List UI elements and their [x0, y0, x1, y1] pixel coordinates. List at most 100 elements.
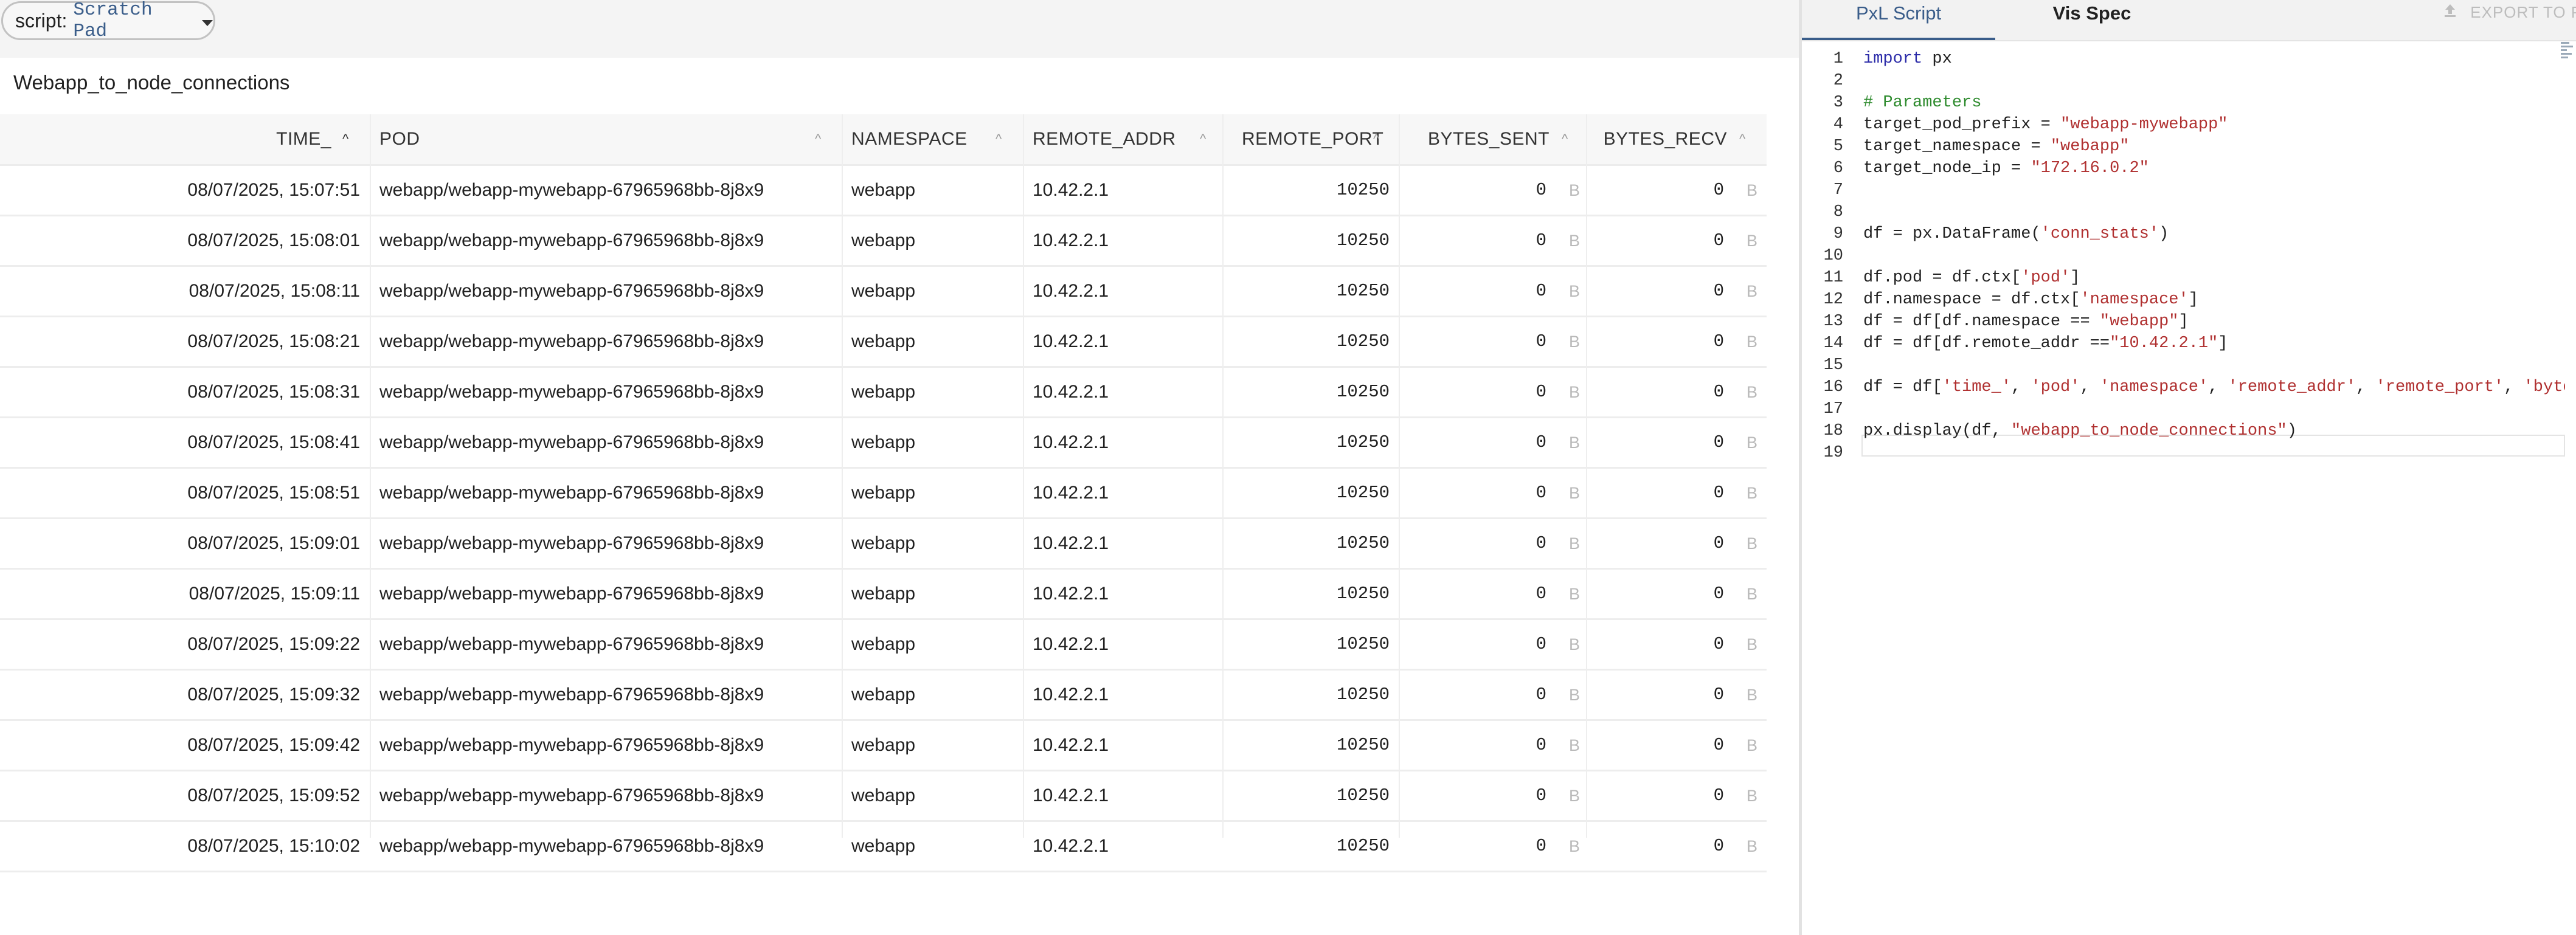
cell-remote-addr: 10.42.2.1 — [1033, 281, 1109, 301]
cell-time: 08/07/2025, 15:09:52 — [187, 785, 360, 806]
code-line[interactable]: 6 target_node_ip = "172.16.0.2" — [1802, 157, 2565, 179]
byte-unit: B — [1569, 484, 1581, 502]
code-token: df.pod = df.ctx[ — [1863, 269, 2021, 287]
cell-bytes-sent: 0 — [1536, 281, 1546, 301]
table-row[interactable]: 08/07/2025, 15:09:11 webapp/webapp-myweba… — [0, 570, 1767, 620]
cell-remote-addr: 10.42.2.1 — [1033, 836, 1109, 856]
line-number: 7 — [1833, 181, 1843, 199]
byte-unit: B — [1747, 484, 1758, 502]
cell-pod: webapp/webapp-mywebapp-67965968bb-8j8x9 — [379, 331, 764, 351]
export-button[interactable]: EXPORT TO P — [2443, 0, 2576, 27]
table-row[interactable]: 08/07/2025, 15:08:21 webapp/webapp-myweba… — [0, 317, 1767, 368]
column-divider[interactable] — [370, 114, 371, 838]
line-number: 8 — [1833, 203, 1843, 221]
cell-bytes-sent: 0 — [1536, 836, 1546, 856]
code-text: df = px.DataFrame('conn_stats') — [1863, 223, 2169, 245]
code-line[interactable]: 15 — [1802, 354, 2565, 376]
cell-remote-port: 10250 — [1336, 281, 1390, 301]
table-row[interactable]: 08/07/2025, 15:09:01 webapp/webapp-myweba… — [0, 519, 1767, 570]
cell-pod: webapp/webapp-mywebapp-67965968bb-8j8x9 — [379, 836, 764, 856]
byte-unit: B — [1747, 282, 1758, 300]
byte-unit: B — [1747, 534, 1758, 553]
cell-bytes-recv: 0 — [1713, 230, 1724, 250]
byte-unit: B — [1747, 333, 1758, 351]
code-line[interactable]: 10 — [1802, 245, 2565, 267]
code-token: 'time_' — [1942, 378, 2012, 396]
column-divider[interactable] — [1222, 114, 1224, 838]
code-line[interactable]: 5 target_namespace = "webapp" — [1802, 136, 2565, 157]
cell-namespace: webapp — [851, 432, 916, 452]
code-line[interactable]: 12 df.namespace = df.ctx['namespace'] — [1802, 289, 2565, 311]
code-line[interactable]: 8 — [1802, 201, 2565, 223]
column-divider[interactable] — [1023, 114, 1024, 838]
code-line[interactable]: 19 — [1802, 442, 2565, 464]
line-number: 4 — [1833, 116, 1843, 134]
code-editor[interactable]: 1 import px 2 3 # Parameters 4 target_pod_pref… — [1802, 40, 2565, 935]
code-line[interactable]: 16 df = df['time_', 'pod', 'namespace', '… — [1802, 376, 2565, 398]
byte-unit: B — [1747, 181, 1758, 199]
cell-pod: webapp/webapp-mywebapp-67965968bb-8j8x9 — [379, 785, 764, 806]
cell-bytes-sent: 0 — [1536, 735, 1546, 755]
cell-pod: webapp/webapp-mywebapp-67965968bb-8j8x9 — [379, 533, 764, 553]
tab-pxl-script[interactable]: PxL Script — [1802, 0, 1995, 40]
script-selector[interactable]: script: Scratch Pad — [1, 0, 215, 42]
cell-remote-addr: 10.42.2.1 — [1033, 533, 1109, 553]
minimap[interactable] — [2561, 40, 2576, 77]
table-row[interactable]: 08/07/2025, 15:07:51 webapp/webapp-myweba… — [0, 166, 1767, 216]
byte-unit: B — [1569, 635, 1581, 654]
toolbar: script: Scratch Pad — [0, 0, 1799, 58]
code-line[interactable]: 18 px.display(df, "webapp_to_node_connect… — [1802, 420, 2565, 442]
column-divider[interactable] — [1586, 114, 1587, 838]
cell-time: 08/07/2025, 15:08:51 — [187, 483, 360, 503]
code-line[interactable]: 17 — [1802, 398, 2565, 420]
table-row[interactable]: 08/07/2025, 15:09:32 webapp/webapp-myweba… — [0, 671, 1767, 721]
column-header-bytes-recv[interactable]: BYTES_RECV ^ — [0, 114, 1767, 164]
code-line[interactable]: 14 df = df[df.remote_addr =="10.42.2.1"] — [1802, 333, 2565, 354]
code-line[interactable]: 3 # Parameters — [1802, 92, 2565, 114]
tab-vis-spec[interactable]: Vis Spec — [1995, 0, 2189, 38]
byte-unit: B — [1747, 585, 1758, 603]
table-row[interactable]: 08/07/2025, 15:08:31 webapp/webapp-myweba… — [0, 368, 1767, 418]
code-token: import — [1863, 50, 1923, 68]
cell-remote-addr: 10.42.2.1 — [1033, 483, 1109, 503]
cell-bytes-recv: 0 — [1713, 685, 1724, 705]
column-divider[interactable] — [842, 114, 843, 838]
code-line[interactable]: 13 df = df[df.namespace == "webapp"] — [1802, 311, 2565, 333]
line-number: 17 — [1823, 400, 1843, 418]
cell-pod: webapp/webapp-mywebapp-67965968bb-8j8x9 — [379, 685, 764, 705]
code-token: 'conn_stats' — [2040, 225, 2159, 243]
column-divider[interactable] — [1399, 114, 1400, 838]
table-row[interactable]: 08/07/2025, 15:08:41 webapp/webapp-myweba… — [0, 418, 1767, 469]
code-token: 'namespace' — [2080, 291, 2189, 309]
cell-namespace: webapp — [851, 483, 916, 503]
cell-pod: webapp/webapp-mywebapp-67965968bb-8j8x9 — [379, 281, 764, 301]
cell-time: 08/07/2025, 15:09:01 — [187, 533, 360, 553]
code-line[interactable]: 9 df = px.DataFrame('conn_stats') — [1802, 223, 2565, 245]
cell-remote-port: 10250 — [1336, 634, 1390, 654]
table-row[interactable]: 08/07/2025, 15:09:52 webapp/webapp-myweba… — [0, 771, 1767, 822]
table-row[interactable]: 08/07/2025, 15:08:51 webapp/webapp-myweba… — [0, 469, 1767, 519]
code-line[interactable]: 4 target_pod_prefix = "webapp-mywebapp" — [1802, 114, 2565, 136]
sort-up-icon[interactable]: ^ — [1739, 114, 1746, 164]
cell-remote-port: 10250 — [1336, 180, 1390, 200]
line-number: 16 — [1823, 378, 1843, 396]
table-row[interactable]: 08/07/2025, 15:08:11 webapp/webapp-myweba… — [0, 267, 1767, 317]
cell-time: 08/07/2025, 15:10:02 — [187, 836, 360, 856]
code-line[interactable]: 7 — [1802, 179, 2565, 201]
table-row[interactable]: 08/07/2025, 15:10:02 webapp/webapp-myweba… — [0, 822, 1767, 872]
editor-tabs: PxL Script Vis Spec EXPORT TO P — [1802, 0, 2576, 41]
code-line[interactable]: 11 df.pod = df.ctx['pod'] — [1802, 267, 2565, 289]
table-title: Webapp_to_node_connections — [13, 71, 290, 94]
code-line[interactable]: 1 import px — [1802, 48, 2565, 70]
cell-namespace: webapp — [851, 331, 916, 351]
cell-namespace: webapp — [851, 836, 916, 856]
byte-unit: B — [1569, 686, 1581, 704]
table-row[interactable]: 08/07/2025, 15:09:22 webapp/webapp-myweba… — [0, 620, 1767, 671]
code-line[interactable]: 2 — [1802, 70, 2565, 92]
code-token: , — [2356, 378, 2376, 396]
table-row[interactable]: 08/07/2025, 15:08:01 webapp/webapp-myweba… — [0, 216, 1767, 267]
table-row[interactable]: 08/07/2025, 15:09:42 webapp/webapp-myweba… — [0, 721, 1767, 771]
cell-bytes-recv: 0 — [1713, 836, 1724, 856]
cell-bytes-recv: 0 — [1713, 584, 1724, 604]
cell-remote-addr: 10.42.2.1 — [1033, 785, 1109, 806]
